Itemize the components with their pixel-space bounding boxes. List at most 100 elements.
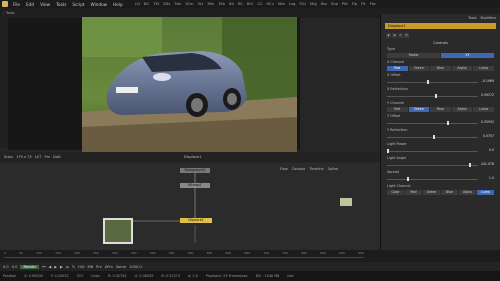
tool-button-filter[interactable]: Flt: [360, 2, 367, 6]
goto-end-icon[interactable]: ⏭: [66, 265, 69, 269]
tab-timeline[interactable]: Timeline: [309, 167, 323, 171]
viewer-proxy[interactable]: Prx: [44, 155, 50, 159]
flow-node-loader-thumbnail[interactable]: [103, 218, 133, 244]
tool-button-cc[interactable]: CC: [256, 2, 264, 6]
light-angle-slider[interactable]: 441.076: [387, 161, 494, 168]
tool-button-3lt[interactable]: 3Lt: [196, 2, 205, 6]
tool-button-text[interactable]: TXt: [152, 2, 161, 6]
y-channel-green[interactable]: Green: [408, 107, 430, 112]
x-offset-slider[interactable]: -0.1969: [387, 78, 494, 85]
light-power-value[interactable]: 0.0: [489, 148, 494, 152]
viewer-zoom[interactable]: Subv: [4, 155, 13, 159]
tab-modifiers[interactable]: Modifiers: [481, 16, 496, 20]
inspector-node-title[interactable]: Displace1: [385, 23, 496, 29]
tool-button-background[interactable]: BG: [142, 2, 150, 6]
tool-button-bc[interactable]: BC: [237, 2, 245, 6]
menu-view[interactable]: View: [37, 2, 53, 7]
tool-button-3sh[interactable]: 3Sh: [217, 2, 227, 6]
time-current[interactable]: 0.0: [12, 265, 18, 269]
tab-spline[interactable]: Spline: [328, 167, 338, 171]
x-refraction-value[interactable]: 0.09372: [481, 93, 494, 97]
y-offset-slider[interactable]: 0.35932: [387, 119, 494, 126]
tool-button-3rn[interactable]: 3Rn: [206, 2, 216, 6]
x-channel-blue[interactable]: Blue: [430, 66, 451, 71]
step-back-icon[interactable]: ◀: [48, 265, 51, 269]
tab-flow[interactable]: Flow: [280, 167, 288, 171]
some-toggle[interactable]: Some: [116, 265, 126, 269]
x-channel-green[interactable]: Green: [408, 66, 430, 71]
menu-help[interactable]: Help: [110, 2, 126, 7]
tool-button-shape[interactable]: Shp: [330, 2, 340, 6]
menu-script[interactable]: Script: [69, 2, 87, 7]
reset-icon[interactable]: ↺: [398, 32, 403, 38]
tab-tools[interactable]: Tools: [468, 16, 476, 20]
tool-button-hcv[interactable]: HCv: [265, 2, 275, 6]
light-channel-green[interactable]: Green: [423, 190, 440, 195]
time-end[interactable]: 1000.0: [129, 265, 142, 269]
tool-button-brc[interactable]: BrC: [246, 2, 255, 6]
flow-editor[interactable]: Background1 Bitmap1 Displace1: [0, 163, 380, 250]
tool-button-blur[interactable]: Blr: [228, 2, 236, 6]
step-forward-icon[interactable]: ▶: [60, 265, 63, 269]
tool-button-mask[interactable]: Msk: [276, 2, 286, 6]
time-ruler[interactable]: 0 50 100 150 200 250 300 350 400 450 500 550 600 650 7…: [0, 250, 500, 262]
loop-icon[interactable]: ↻: [72, 265, 75, 269]
light-channel-blue[interactable]: Blue: [441, 190, 458, 195]
tool-button-pht[interactable]: Pht: [340, 2, 349, 6]
menu-edit[interactable]: Edit: [23, 2, 37, 7]
flow-node-bitmap[interactable]: Bitmap1: [180, 183, 210, 188]
y-refraction-value[interactable]: 0.0707: [483, 134, 494, 138]
tool-button-merge[interactable]: Mrg: [308, 2, 318, 6]
tool-button-3cm[interactable]: 3Cm: [184, 2, 195, 6]
light-power-slider[interactable]: 0.0: [387, 147, 494, 154]
light-channel-red[interactable]: Red: [405, 190, 422, 195]
x-channel-alpha[interactable]: Alpha: [451, 66, 473, 71]
viewer-dod[interactable]: DoD: [53, 155, 61, 159]
render-button[interactable]: Render: [20, 264, 40, 269]
light-channel-alpha[interactable]: Alpha: [459, 190, 476, 195]
tool-button-flip[interactable]: Flp: [350, 2, 358, 6]
gear-icon[interactable]: ⚙: [404, 32, 409, 38]
spread-value[interactable]: 1.0: [489, 176, 494, 180]
y-refraction-slider[interactable]: 0.0707: [387, 133, 494, 140]
tool-button-3im[interactable]: 3Im: [173, 2, 183, 6]
light-channel-color[interactable]: Color: [387, 190, 404, 195]
play-icon[interactable]: ▶: [54, 265, 57, 269]
menu-file[interactable]: File: [10, 2, 23, 7]
y-channel-alpha[interactable]: Alpha: [451, 107, 473, 112]
menu-tools[interactable]: Tools: [53, 2, 69, 7]
viewer-image[interactable]: [82, 17, 297, 152]
y-channel-luma[interactable]: Luma: [473, 107, 494, 112]
y-channel-blue[interactable]: Blue: [430, 107, 451, 112]
light-channel-luma[interactable]: Luma: [477, 190, 494, 195]
goto-start-icon[interactable]: ⏮: [42, 265, 45, 269]
time-start[interactable]: 0.0: [3, 265, 9, 269]
type-xy-button[interactable]: XY: [441, 53, 494, 58]
light-angle-value[interactable]: 441.076: [481, 162, 494, 166]
tool-button-lng[interactable]: Lng: [287, 2, 297, 6]
flow-node-background[interactable]: Background1: [180, 168, 210, 173]
viewer-resolution[interactable]: 179 x 75: [16, 155, 32, 159]
viewer-lut[interactable]: LUT: [35, 155, 42, 159]
aprx-toggle[interactable]: APrx: [105, 265, 113, 269]
x-channel-red[interactable]: Red: [387, 66, 408, 71]
type-radial-button[interactable]: Radial: [387, 53, 440, 58]
spread-slider[interactable]: 1.0: [387, 175, 494, 182]
x-channel-luma[interactable]: Luma: [473, 66, 494, 71]
tool-button-flu[interactable]: FLU: [298, 2, 308, 6]
toolbar-tools[interactable]: Tools: [3, 11, 16, 15]
menu-window[interactable]: Window: [88, 2, 111, 7]
flow-node-displace[interactable]: Displace1: [180, 218, 212, 223]
tool-button-3dx[interactable]: 3Dx: [162, 2, 172, 6]
tool-button-resize[interactable]: Rsz: [319, 2, 328, 6]
y-offset-value[interactable]: 0.35932: [481, 120, 494, 124]
lock-icon[interactable]: ▪: [392, 32, 397, 38]
tool-button-loader[interactable]: LD: [134, 2, 142, 6]
tab-console[interactable]: Console: [292, 167, 305, 171]
x-refraction-slider[interactable]: 0.09372: [387, 92, 494, 99]
x-offset-value[interactable]: -0.1969: [482, 79, 494, 83]
hiq-toggle[interactable]: HiQ: [78, 265, 85, 269]
y-channel-red[interactable]: Red: [387, 107, 408, 112]
mb-toggle[interactable]: MB: [88, 265, 94, 269]
tool-button-flow[interactable]: Flw: [368, 2, 377, 6]
